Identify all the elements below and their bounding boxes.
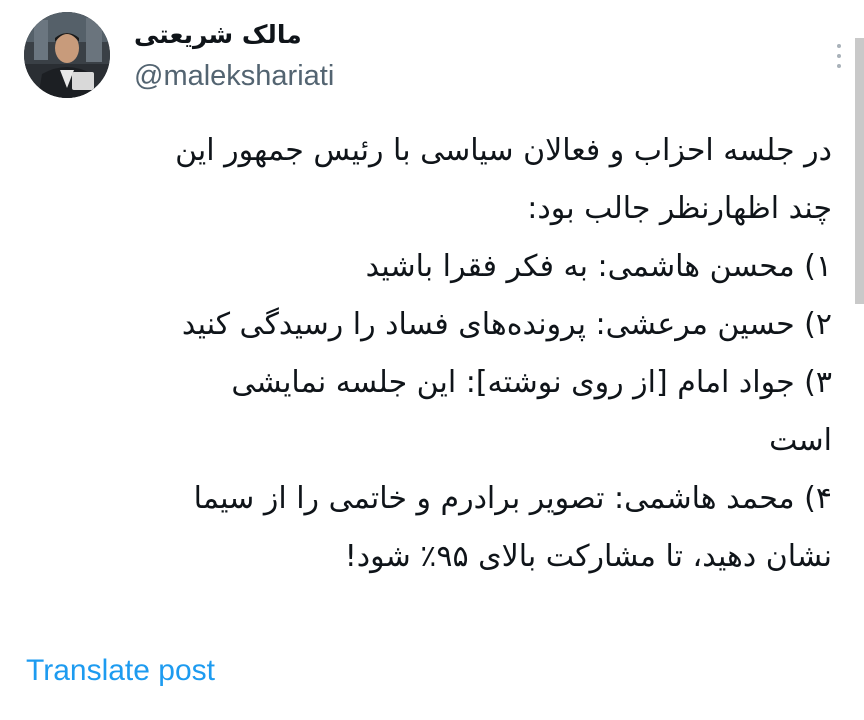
tweet-line: ۴) محمد هاشمی: تصویر برادرم و خاتمی را ا… (193, 481, 832, 516)
more-vertical-icon[interactable] (832, 44, 846, 78)
tweet-line: ۲) حسین مرعشی: پرونده‌های فساد را رسیدگی… (181, 307, 832, 342)
display-name[interactable]: مالک شریعتی (134, 20, 302, 49)
tweet-line: نشان دهید، تا مشارکت بالای ۹۵٪ شود! (344, 539, 832, 574)
tweet-line: است (769, 423, 832, 458)
scrollbar[interactable] (855, 38, 864, 304)
tweet-line: ۱) محسن هاشمی: به فکر فقرا باشید (365, 249, 832, 284)
tweet-line: ۳) جواد امام [از روی نوشته]: این جلسه نم… (231, 365, 832, 400)
tweet-text: در جلسه احزاب و فعالان سیاسی با رئیس جمه… (26, 122, 832, 586)
translate-post-link[interactable]: Translate post (26, 654, 215, 688)
avatar[interactable] (24, 12, 110, 98)
avatar-image (24, 12, 110, 98)
user-handle[interactable]: @malekshariati (134, 60, 334, 93)
tweet-line: در جلسه احزاب و فعالان سیاسی با رئیس جمه… (175, 133, 832, 168)
tweet-header: مالک شریعتی @malekshariati (22, 12, 841, 100)
tweet-line: چند اظهارنظر جالب بود: (527, 191, 832, 226)
